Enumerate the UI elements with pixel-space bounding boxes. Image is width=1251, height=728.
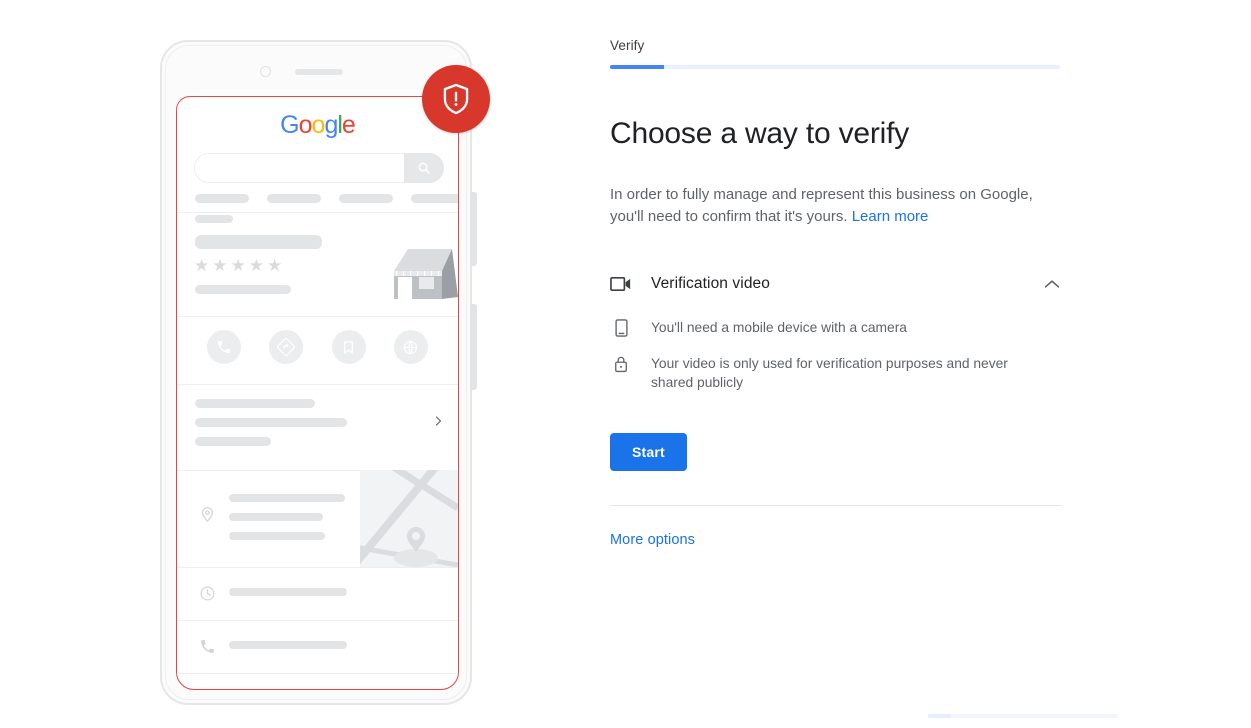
google-logo-letter: o — [298, 111, 313, 139]
phone-handset-icon — [199, 638, 216, 660]
search-icon — [404, 153, 444, 183]
phone-speaker-icon — [295, 69, 343, 75]
shield-alert-icon — [422, 65, 490, 133]
map-thumbnail — [360, 470, 458, 567]
phone-volume-button — [470, 192, 477, 266]
more-options-link[interactable]: More options — [610, 532, 695, 548]
mock-chip — [267, 194, 321, 203]
start-button[interactable]: Start — [610, 433, 687, 471]
chevron-up-icon[interactable] — [1042, 279, 1062, 289]
verification-video-option-header[interactable]: Verification video — [610, 275, 1062, 293]
mock-text-bar — [195, 418, 347, 427]
page-title: Choose a way to verify — [610, 117, 910, 150]
google-logo-letter: e — [341, 111, 356, 139]
option-title: Verification video — [651, 275, 770, 292]
divider — [177, 212, 458, 213]
bottom-progress-bar — [928, 714, 1118, 718]
mock-action-row — [177, 330, 458, 364]
google-logo-letter: o — [311, 111, 326, 139]
page-root: Google ★★★★★ Verify Choose a way to veri… — [0, 0, 1251, 728]
list-item: You'll need a mobile device with a camer… — [610, 318, 1062, 337]
location-pin-icon — [199, 506, 216, 528]
bullet-text: Your video is only used for verification… — [651, 356, 1008, 390]
google-logo: Google — [177, 113, 458, 138]
divider — [177, 316, 458, 317]
learn-more-link[interactable]: Learn more — [852, 208, 929, 225]
mock-chip — [195, 215, 233, 223]
mock-text-bar — [195, 399, 315, 408]
mock-phone-row — [177, 620, 458, 673]
google-logo-letter: g — [324, 111, 338, 139]
chevron-right-icon[interactable] — [432, 414, 444, 433]
intro-paragraph: In order to fully manage and represent t… — [610, 184, 1042, 228]
storefront-illustration — [394, 249, 458, 299]
video-camera-icon — [610, 275, 634, 293]
mock-chip — [195, 194, 249, 203]
mock-search-input — [194, 153, 444, 183]
mock-text-bar — [195, 285, 291, 294]
list-item: Your video is only used for verification… — [610, 354, 1062, 392]
mock-text-bar — [229, 494, 345, 502]
lock-icon — [610, 354, 632, 392]
mock-text-bar — [229, 588, 347, 596]
mock-text-bar — [195, 235, 322, 249]
mock-chip — [411, 194, 458, 203]
mock-text-bar — [229, 532, 325, 540]
phone-front-camera-icon — [260, 66, 271, 77]
phone-power-button — [470, 304, 477, 390]
smartphone-icon — [610, 318, 632, 337]
phone-screen: Google ★★★★★ — [176, 96, 459, 690]
mock-text-bar — [195, 437, 271, 446]
section-divider — [610, 505, 1062, 506]
mock-hours-row — [177, 567, 458, 620]
mock-text-bar — [229, 513, 323, 521]
mock-description-row[interactable] — [177, 384, 458, 470]
google-logo-letter: G — [280, 111, 299, 139]
phone-icon — [207, 330, 242, 364]
verify-panel: Verify Choose a way to verify In order t… — [610, 38, 1062, 549]
tab-verify: Verify — [610, 38, 645, 53]
mock-address-row — [177, 470, 458, 567]
intro-text: In order to fully manage and represent t… — [610, 186, 1033, 225]
clock-icon — [199, 585, 216, 607]
bookmark-icon — [331, 330, 366, 364]
bottom-progress-bar-fill — [928, 714, 951, 718]
mock-text-bar — [229, 641, 347, 649]
mock-chip-row — [191, 194, 458, 203]
option-bullets: You'll need a mobile device with a camer… — [610, 318, 1062, 392]
progress-bar-fill — [610, 65, 664, 69]
mock-rating-stars: ★★★★★ — [194, 256, 286, 275]
phone-illustration: Google ★★★★★ — [160, 40, 490, 710]
mock-website-row — [177, 673, 458, 689]
mock-business-card: ★★★★★ — [177, 223, 458, 315]
directions-icon — [269, 330, 304, 364]
mock-chip — [339, 194, 393, 203]
bullet-text: You'll need a mobile device with a camer… — [651, 320, 907, 335]
progress-bar — [610, 65, 1060, 69]
website-icon — [393, 330, 428, 364]
